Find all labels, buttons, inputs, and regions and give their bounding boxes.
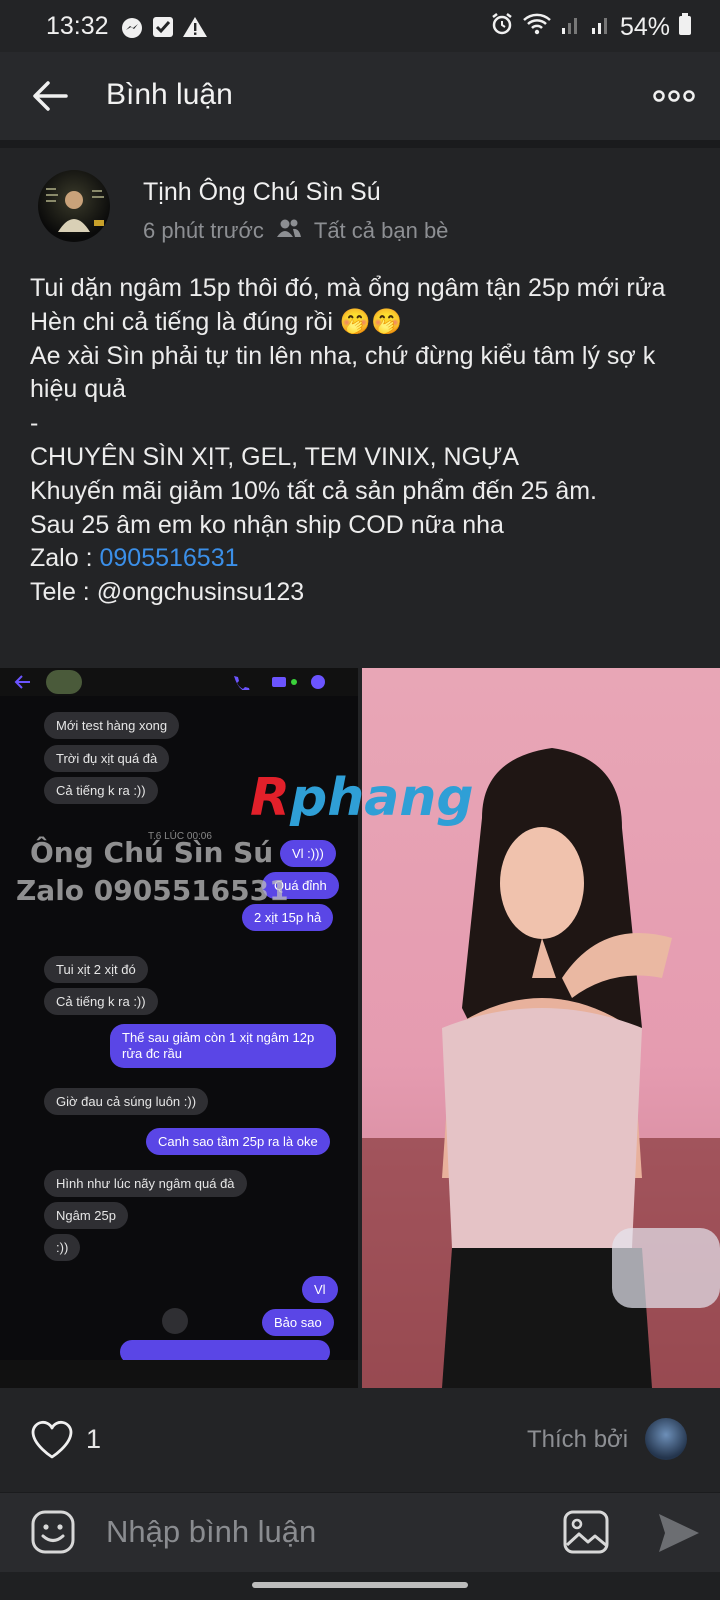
comment-bar xyxy=(0,1492,720,1572)
wifi-icon xyxy=(522,12,552,43)
heart-icon[interactable] xyxy=(30,1418,74,1462)
chat-bubble: Vl xyxy=(302,1276,338,1303)
chat-bubble-line: Thế sau giảm còn 1 xịt ngâm 12p xyxy=(122,1030,315,1045)
chat-bubble: Cả tiếng k ra :)) xyxy=(44,777,158,804)
post-text-tele: Tele : @ongchusinsu123 xyxy=(30,578,305,607)
chat-topbar xyxy=(0,668,358,696)
scroll-down-icon xyxy=(162,1308,188,1334)
signal-icon xyxy=(560,12,582,43)
chat-bubble: Bảo sao xyxy=(262,1309,334,1336)
battery-percent: 54% xyxy=(619,13,670,41)
system-nav-bar xyxy=(0,1572,720,1600)
status-system-icons: 54% xyxy=(490,12,692,43)
chat-bubble: Mới test hàng xong xyxy=(44,712,180,739)
comment-input[interactable] xyxy=(106,1507,526,1557)
messenger-icon xyxy=(120,16,144,45)
phone-link[interactable]: 0905516531 xyxy=(99,544,238,572)
liker-avatar[interactable] xyxy=(645,1418,687,1460)
chat-bubble: Thế sau giảm còn 1 xịt ngâm 12p rửa đc rầ… xyxy=(110,1024,336,1068)
chat-bubble-line: rửa đc rầu xyxy=(122,1046,183,1061)
liked-by-label[interactable]: Thích bởi xyxy=(527,1426,628,1454)
author-avatar[interactable] xyxy=(38,170,110,242)
more-options-icon[interactable] xyxy=(652,82,696,110)
post-text-body: Tui dặn ngâm 15p thôi đó, mà ổng ngâm tậ… xyxy=(30,274,666,573)
warning-icon xyxy=(182,16,208,45)
battery-icon xyxy=(678,12,692,43)
logo-rest: phang xyxy=(290,768,474,828)
watermark-name: Ông Chú Sìn Sú xyxy=(30,836,274,869)
app-header: Bình luận xyxy=(0,52,720,140)
status-bar: 13:32 54% xyxy=(0,0,720,52)
post-header: Tịnh Ông Chú Sìn Sú 6 phút trước Tất cả … xyxy=(0,148,720,258)
status-time: 13:32 xyxy=(46,12,109,40)
chat-bubble: 2 xịt 15p hả xyxy=(242,904,334,931)
reaction-bar: 1 Thích bởi xyxy=(0,1388,720,1492)
alarm-icon xyxy=(490,12,514,43)
image-icon[interactable] xyxy=(562,1509,610,1555)
like-count[interactable]: 1 xyxy=(86,1424,101,1455)
chat-bubble: Cả tiếng k ra :)) xyxy=(44,988,158,1015)
chat-bubble: :)) xyxy=(44,1234,81,1261)
page-title: Bình luận xyxy=(106,78,233,111)
signal-icon xyxy=(590,12,612,43)
chat-bubble: Hình như lúc nãy ngâm quá đà xyxy=(44,1170,247,1197)
post-images: Mới test hàng xong Trời đụ xịt quá đà Cả… xyxy=(0,668,720,1388)
friends-icon xyxy=(276,218,302,244)
watermark-zalo: Zalo 0905516531 xyxy=(16,874,289,907)
author-name[interactable]: Tịnh Ông Chú Sìn Sú xyxy=(143,178,381,207)
chat-bubble: Trời đụ xịt quá đà xyxy=(44,745,170,772)
status-notification-icons xyxy=(120,16,208,45)
home-gesture-pill[interactable] xyxy=(252,1582,468,1588)
logo-r: R xyxy=(250,768,291,828)
chat-bubble: Giờ đau cả súng luôn :)) xyxy=(44,1088,209,1115)
post-text: Tui dặn ngâm 15p thôi đó, mà ổng ngâm tậ… xyxy=(30,272,702,610)
post-time: 6 phút trước xyxy=(143,218,264,243)
send-icon[interactable] xyxy=(656,1511,702,1555)
chat-bubble: Vl :))) xyxy=(280,840,336,867)
post-meta: 6 phút trước Tất cả bạn bè xyxy=(143,218,448,244)
check-square-icon xyxy=(152,16,174,45)
header-divider xyxy=(0,140,720,148)
chat-bubble: Ngâm 25p xyxy=(44,1202,128,1229)
back-arrow-icon[interactable] xyxy=(30,78,70,114)
emoji-icon[interactable] xyxy=(30,1509,76,1555)
rphang-watermark-logo: Rphang xyxy=(250,768,474,828)
chat-bubble: Canh sao tầm 25p ra là oke xyxy=(146,1128,330,1155)
chat-bubble: Tui xịt 2 xịt đó xyxy=(44,956,148,983)
post-audience: Tất cả bạn bè xyxy=(313,218,449,243)
